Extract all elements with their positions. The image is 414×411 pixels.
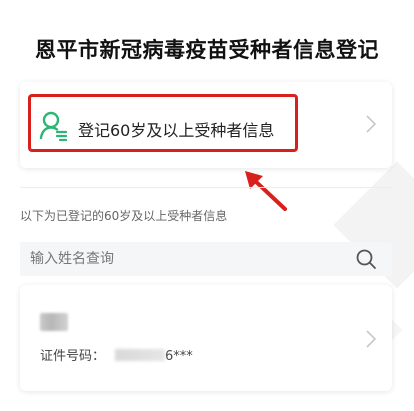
page-title: 恩平市新冠病毒疫苗受种者信息登记 (35, 38, 379, 62)
person-list-icon (39, 111, 68, 141)
id-number-label: 证件号码： (40, 349, 106, 364)
id-number-redacted (115, 349, 166, 361)
red-arrow-annotation (245, 171, 287, 211)
list-hint: 以下为已登记的60岁及以上受种者信息 (20, 209, 228, 223)
page: 恩平市新冠病毒疫苗受种者信息登记 登记60岁及以上受种者信息 以下为已登记的60… (0, 0, 414, 411)
record-id-row: 证件号码： 6*** (40, 345, 193, 364)
divider (20, 187, 392, 188)
name-search-input[interactable] (30, 242, 340, 276)
record-name-redacted (40, 313, 68, 331)
search-icon[interactable] (355, 248, 377, 270)
chevron-right-icon (366, 330, 377, 348)
register-elderly-label: 登记60岁及以上受种者信息 (78, 121, 275, 140)
id-number-suffix: 6*** (165, 349, 193, 364)
record-card[interactable]: 证件号码： 6*** (20, 285, 392, 391)
search-bar (20, 242, 392, 276)
chevron-right-icon (366, 115, 377, 133)
